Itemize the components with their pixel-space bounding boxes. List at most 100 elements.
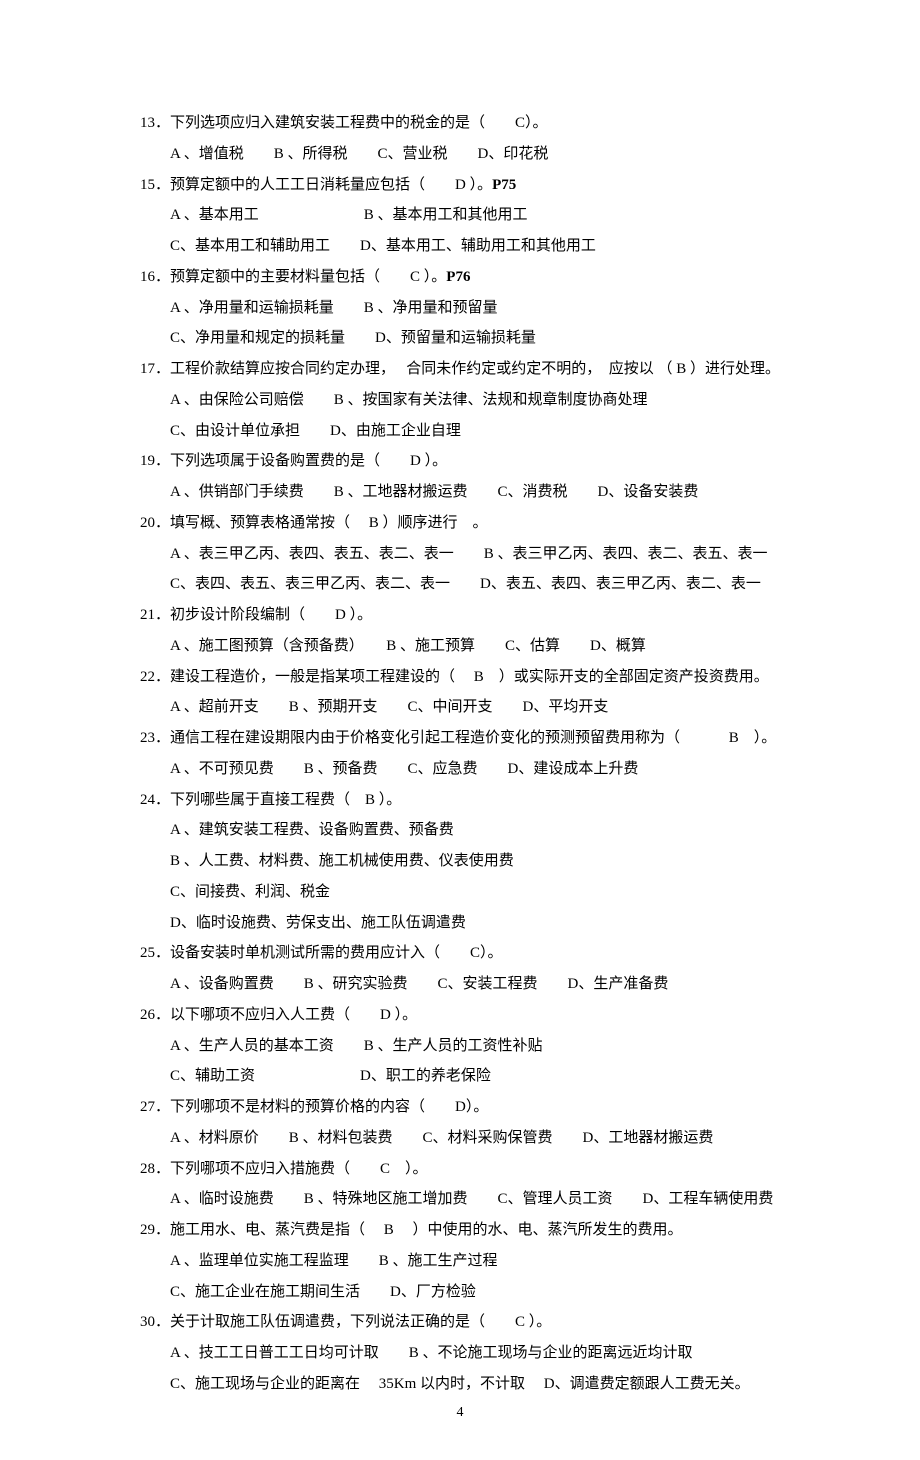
- stem-text-tail: ）。: [466, 177, 492, 193]
- question-block: 21．初步设计阶段编制（ D ）。 A 、施工图预算（含预备费） B 、施工预算 C…: [140, 600, 800, 662]
- answer-letter: D: [455, 177, 466, 193]
- question-block: 30．关于计取施工队伍调遣费，下列说法正确的是（ C ）。 A 、技工工日普工工日均…: [140, 1307, 800, 1399]
- question-stem: 22．建设工程造价，一般是指某项工程建设的（ B ）或实际开支的全部固定资产投资…: [140, 662, 800, 693]
- question-stem: 28．下列哪项不应归入措施费（C ）。: [140, 1154, 800, 1185]
- answer-letter: D: [335, 607, 346, 623]
- question-block: 29．施工用水、电、蒸汽费是指（ B ）中使用的水、电、蒸汽所发生的费用。A 、…: [140, 1215, 800, 1307]
- stem-text: ．通信工程在建设期限内由于价格变化引起工程造价变化的预测预留费用称为（ B ）。: [155, 730, 776, 746]
- question-block: 20．填写概、预算表格通常按（ B ）顺序进行 。A 、表三甲乙丙、表四、表五、…: [140, 508, 800, 600]
- option-line: C、辅助工资 D、职工的养老保险: [140, 1061, 800, 1092]
- stem-text-tail: ）。: [466, 1099, 489, 1115]
- option-line: B 、人工费、材料费、施工机械使用费、仪表使用费: [140, 846, 800, 877]
- option-line: A 、生产人员的基本工资 B 、生产人员的工资性补贴: [140, 1031, 800, 1062]
- question-number: 20: [140, 515, 155, 531]
- question-number: 22: [140, 669, 155, 685]
- question-number: 15: [140, 177, 155, 193]
- option-line: A 、表三甲乙丙、表四、表五、表二、表一 B 、表三甲乙丙、表四、表二、表五、表…: [140, 539, 800, 570]
- answer-letter: D: [380, 1007, 391, 1023]
- stem-text: ．下列哪项不应归入措施费（: [155, 1161, 350, 1177]
- option-line: A 、增值税 B 、所得税 C、营业税 D、印花税: [140, 139, 800, 170]
- stem-text: ．下列选项应归入建筑安装工程费中的税金的是（: [155, 115, 485, 131]
- option-line: A 、施工图预算（含预备费） B 、施工预算 C、估算 D、概算: [140, 631, 800, 662]
- stem-text: ．工程价款结算应按合同约定办理， 合同未作约定或约定不明的， 应按以 （ B ）…: [155, 361, 780, 377]
- question-stem: 21．初步设计阶段编制（ D ）。: [140, 600, 800, 631]
- option-line: D、临时设施费、劳保支出、施工队伍调遣费: [140, 908, 800, 939]
- question-block: 15．预算定额中的人工工日消耗量应包括（D ）。P75A 、基本用工 B 、基本…: [140, 170, 800, 262]
- question-number: 13: [140, 115, 155, 131]
- stem-text-tail: ）。: [346, 607, 372, 623]
- stem-text: ．建设工程造价，一般是指某项工程建设的（ B ）或实际开支的全部固定资产投资费用…: [155, 669, 769, 685]
- question-number: 16: [140, 269, 155, 285]
- option-line: A 、供销部门手续费 B 、工地器材搬运费 C、消费税 D、设备安装费: [140, 477, 800, 508]
- stem-text: ．施工用水、电、蒸汽费是指（ B ）中使用的水、电、蒸汽所发生的费用。: [155, 1222, 683, 1238]
- stem-text: ．设备安装时单机测试所需的费用应计入（: [155, 945, 440, 961]
- question-number: 30: [140, 1314, 155, 1330]
- question-number: 21: [140, 607, 155, 623]
- option-line: C、间接费、利润、税金: [140, 877, 800, 908]
- question-stem: 26．以下哪项不应归入人工费（ D ）。: [140, 1000, 800, 1031]
- option-line: A 、材料原价 B 、材料包装费 C、材料采购保管费 D、工地器材搬运费: [140, 1123, 800, 1154]
- option-line: C、表四、表五、表三甲乙丙、表二、表一 D、表五、表四、表三甲乙丙、表二、表一: [140, 569, 800, 600]
- question-number: 26: [140, 1007, 155, 1023]
- question-stem: 27．下列哪项不是材料的预算价格的内容（D）。: [140, 1092, 800, 1123]
- stem-text: ．下列哪些属于直接工程费（ B ）。: [155, 792, 401, 808]
- answer-letter: D: [410, 453, 421, 469]
- stem-text-tail: ）。: [525, 115, 548, 131]
- stem-text: ．下列选项属于设备购置费的是（: [155, 453, 380, 469]
- option-line: C、基本用工和辅助用工 D、基本用工、辅助用工和其他用工: [140, 231, 800, 262]
- answer-letter: C: [515, 1314, 525, 1330]
- option-line: A 、净用量和运输损耗量 B 、净用量和预留量: [140, 293, 800, 324]
- question-block: 17．工程价款结算应按合同约定办理， 合同未作约定或约定不明的， 应按以 （ B…: [140, 354, 800, 446]
- option-line: A 、超前开支 B 、预期开支 C、中间开支 D、平均开支: [140, 692, 800, 723]
- question-stem: 29．施工用水、电、蒸汽费是指（ B ）中使用的水、电、蒸汽所发生的费用。: [140, 1215, 800, 1246]
- stem-text: ．初步设计阶段编制（: [155, 607, 305, 623]
- answer-letter: D: [455, 1099, 466, 1115]
- question-number: 23: [140, 730, 155, 746]
- answer-letter: C: [410, 269, 420, 285]
- question-stem: 25．设备安装时单机测试所需的费用应计入（ C）。: [140, 938, 800, 969]
- question-number: 24: [140, 792, 155, 808]
- option-line: C、由设计单位承担 D、由施工企业自理: [140, 416, 800, 447]
- stem-text: ．下列哪项不是材料的预算价格的内容（: [155, 1099, 425, 1115]
- stem-text-tail: ）。: [525, 1314, 551, 1330]
- question-block: 24．下列哪些属于直接工程费（ B ）。A 、建筑安装工程费、设备购置费、预备费…: [140, 785, 800, 939]
- stem-text: ．预算定额中的主要材料量包括（: [155, 269, 380, 285]
- document-page: 13．下列选项应归入建筑安装工程费中的税金的是（C）。A 、增值税 B 、所得税…: [0, 0, 920, 1460]
- question-block: 22．建设工程造价，一般是指某项工程建设的（ B ）或实际开支的全部固定资产投资…: [140, 662, 800, 724]
- stem-text: ．关于计取施工队伍调遣费，下列说法正确的是（: [155, 1314, 485, 1330]
- question-stem: 24．下列哪些属于直接工程费（ B ）。: [140, 785, 800, 816]
- question-stem: 20．填写概、预算表格通常按（ B ）顺序进行 。: [140, 508, 800, 539]
- option-line: A 、建筑安装工程费、设备购置费、预备费: [140, 815, 800, 846]
- question-stem: 30．关于计取施工队伍调遣费，下列说法正确的是（ C ）。: [140, 1307, 800, 1338]
- question-stem: 16．预算定额中的主要材料量包括（ C ）。P76: [140, 262, 800, 293]
- question-list: 13．下列选项应归入建筑安装工程费中的税金的是（C）。A 、增值税 B 、所得税…: [140, 108, 800, 1400]
- option-line: A 、由保险公司赔偿 B 、按国家有关法律、法规和规章制度协商处理: [140, 385, 800, 416]
- stem-text-tail: ）。: [480, 945, 503, 961]
- question-number: 25: [140, 945, 155, 961]
- stem-text-tail: ）。: [421, 453, 447, 469]
- stem-text: ．以下哪项不应归入人工费（: [155, 1007, 350, 1023]
- question-stem: 17．工程价款结算应按合同约定办理， 合同未作约定或约定不明的， 应按以 （ B…: [140, 354, 800, 385]
- option-line: C、施工现场与企业的距离在 35Km 以内时，不计取 D、调遣费定额跟人工费无关…: [140, 1369, 800, 1400]
- option-line: A 、不可预见费 B 、预备费 C、应急费 D、建设成本上升费: [140, 754, 800, 785]
- question-block: 23．通信工程在建设期限内由于价格变化引起工程造价变化的预测预留费用称为（ B …: [140, 723, 800, 785]
- answer-letter: C: [470, 945, 480, 961]
- answer-letter: C: [380, 1161, 390, 1177]
- question-block: 28．下列哪项不应归入措施费（C ）。A 、临时设施费 B 、特殊地区施工增加费…: [140, 1154, 800, 1216]
- stem-text: ．预算定额中的人工工日消耗量应包括（: [155, 177, 425, 193]
- question-block: 13．下列选项应归入建筑安装工程费中的税金的是（C）。A 、增值税 B 、所得税…: [140, 108, 800, 170]
- question-block: 19．下列选项属于设备购置费的是（ D ）。 A 、供销部门手续费 B 、工地器材搬…: [140, 446, 800, 508]
- question-block: 25．设备安装时单机测试所需的费用应计入（C）。A 、设备购置费 B 、研究实验…: [140, 938, 800, 1000]
- question-stem: 15．预算定额中的人工工日消耗量应包括（D ）。P75: [140, 170, 800, 201]
- page-number: 4: [0, 1399, 920, 1428]
- stem-text-tail: ）。: [390, 1161, 428, 1177]
- stem-reference: P76: [446, 269, 470, 285]
- option-line: A 、技工工日普工工日均可计取 B 、不论施工现场与企业的距离远近均计取: [140, 1338, 800, 1369]
- stem-text-tail: ）。: [420, 269, 446, 285]
- question-number: 17: [140, 361, 155, 377]
- question-number: 29: [140, 1222, 155, 1238]
- stem-text-tail: ）。: [391, 1007, 417, 1023]
- question-stem: 13．下列选项应归入建筑安装工程费中的税金的是（C）。: [140, 108, 800, 139]
- question-stem: 23．通信工程在建设期限内由于价格变化引起工程造价变化的预测预留费用称为（ B …: [140, 723, 800, 754]
- question-number: 19: [140, 453, 155, 469]
